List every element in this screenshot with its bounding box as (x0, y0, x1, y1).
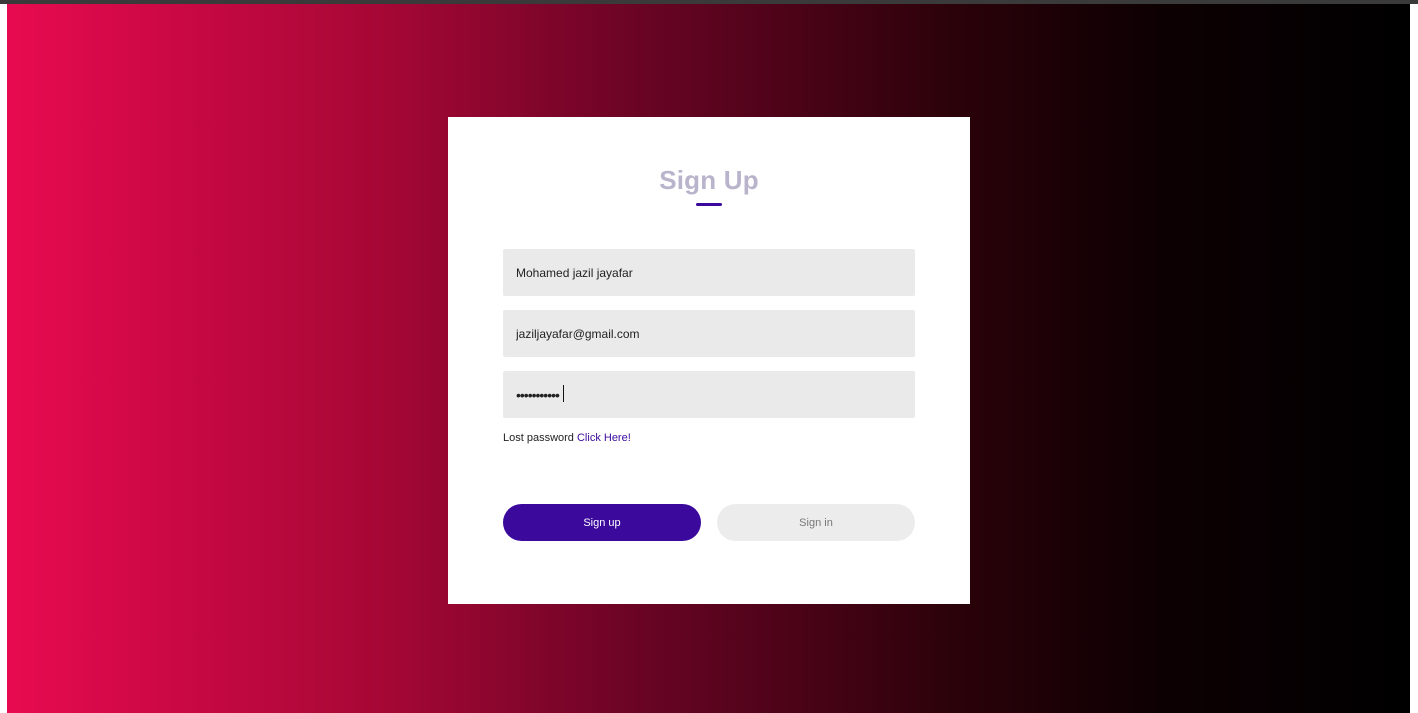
password-input[interactable] (503, 371, 915, 418)
name-input[interactable] (503, 249, 915, 296)
signin-button[interactable]: Sign in (717, 504, 915, 541)
password-mask: ••••••••••• (516, 387, 560, 403)
browser-viewport: Sign Up ••••••••••• Lost password Click … (0, 0, 1418, 713)
title-underline (696, 203, 722, 206)
right-edge (1410, 4, 1418, 713)
signup-card: Sign Up ••••••••••• Lost password Click … (448, 117, 970, 604)
signup-button[interactable]: Sign up (503, 504, 701, 541)
left-edge (0, 4, 7, 713)
text-caret (563, 385, 564, 402)
page-title: Sign Up (659, 165, 759, 195)
email-input[interactable] (503, 310, 915, 357)
lost-password-link[interactable]: Click Here! (577, 432, 631, 444)
lost-password-line: Lost password Click Here! (503, 432, 631, 444)
lost-password-text: Lost password (503, 432, 577, 444)
